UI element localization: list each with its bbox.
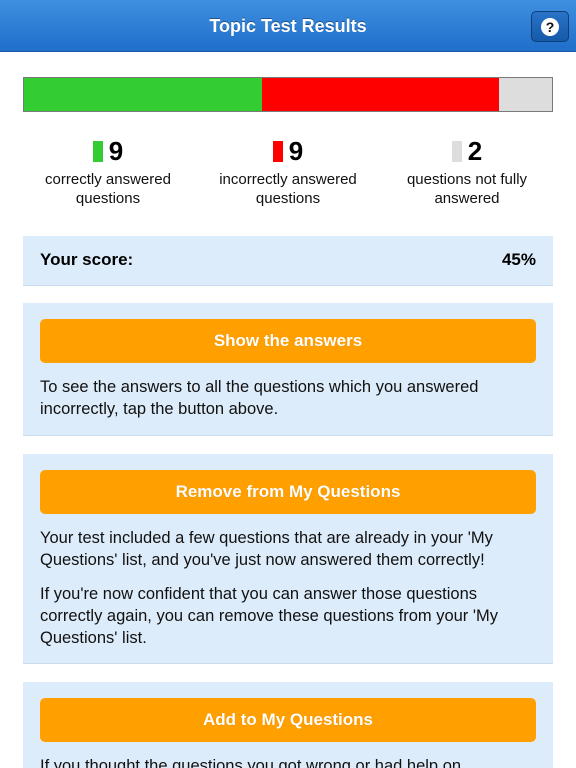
progress-segment-not-answered <box>499 78 552 111</box>
stat-correct: 9 correctly answered questions <box>18 136 198 208</box>
nav-bar: Topic Test Results ? <box>0 0 576 52</box>
incorrect-count: 9 <box>288 136 304 166</box>
score-value: 45% <box>501 250 536 269</box>
remove-from-my-questions-button[interactable]: Remove from My Questions <box>40 470 536 514</box>
incorrect-swatch <box>272 140 283 162</box>
remove-text-2: If you're now confident that you can ans… <box>40 585 499 647</box>
show-answers-panel: Show the answers To see the answers to a… <box>23 303 553 436</box>
correct-caption: correctly answered questions <box>45 171 171 207</box>
correct-swatch <box>92 140 103 162</box>
add-to-my-questions-button[interactable]: Add to My Questions <box>40 698 536 742</box>
page-title: Topic Test Results <box>209 16 367 36</box>
help-button[interactable]: ? <box>531 11 569 42</box>
not-answered-swatch <box>451 140 462 162</box>
not-answered-count: 2 <box>467 136 483 166</box>
score-panel: Your score: 45% <box>23 236 553 286</box>
remove-my-questions-panel: Remove from My Questions Your test inclu… <box>23 454 553 664</box>
show-answers-text: To see the answers to all the questions … <box>40 378 479 418</box>
help-icon: ? <box>541 17 559 36</box>
add-my-questions-panel: Add to My Questions If you thought the q… <box>23 682 553 768</box>
remove-text-1: Your test included a few questions that … <box>40 529 493 569</box>
show-answers-button[interactable]: Show the answers <box>40 319 536 363</box>
stat-incorrect: 9 incorrectly answered questions <box>198 136 378 208</box>
score-label: Your score: <box>40 250 134 269</box>
add-text: If you thought the questions you got wro… <box>40 757 462 768</box>
progress-segment-correct <box>24 78 262 111</box>
incorrect-caption: incorrectly answered questions <box>219 171 357 207</box>
not-answered-caption: questions not fully answered <box>406 171 528 207</box>
results-progress-bar <box>23 77 553 112</box>
correct-count: 9 <box>108 136 124 166</box>
stat-not-answered: 2 questions not fully answered <box>377 136 557 208</box>
progress-segment-incorrect <box>261 78 500 111</box>
